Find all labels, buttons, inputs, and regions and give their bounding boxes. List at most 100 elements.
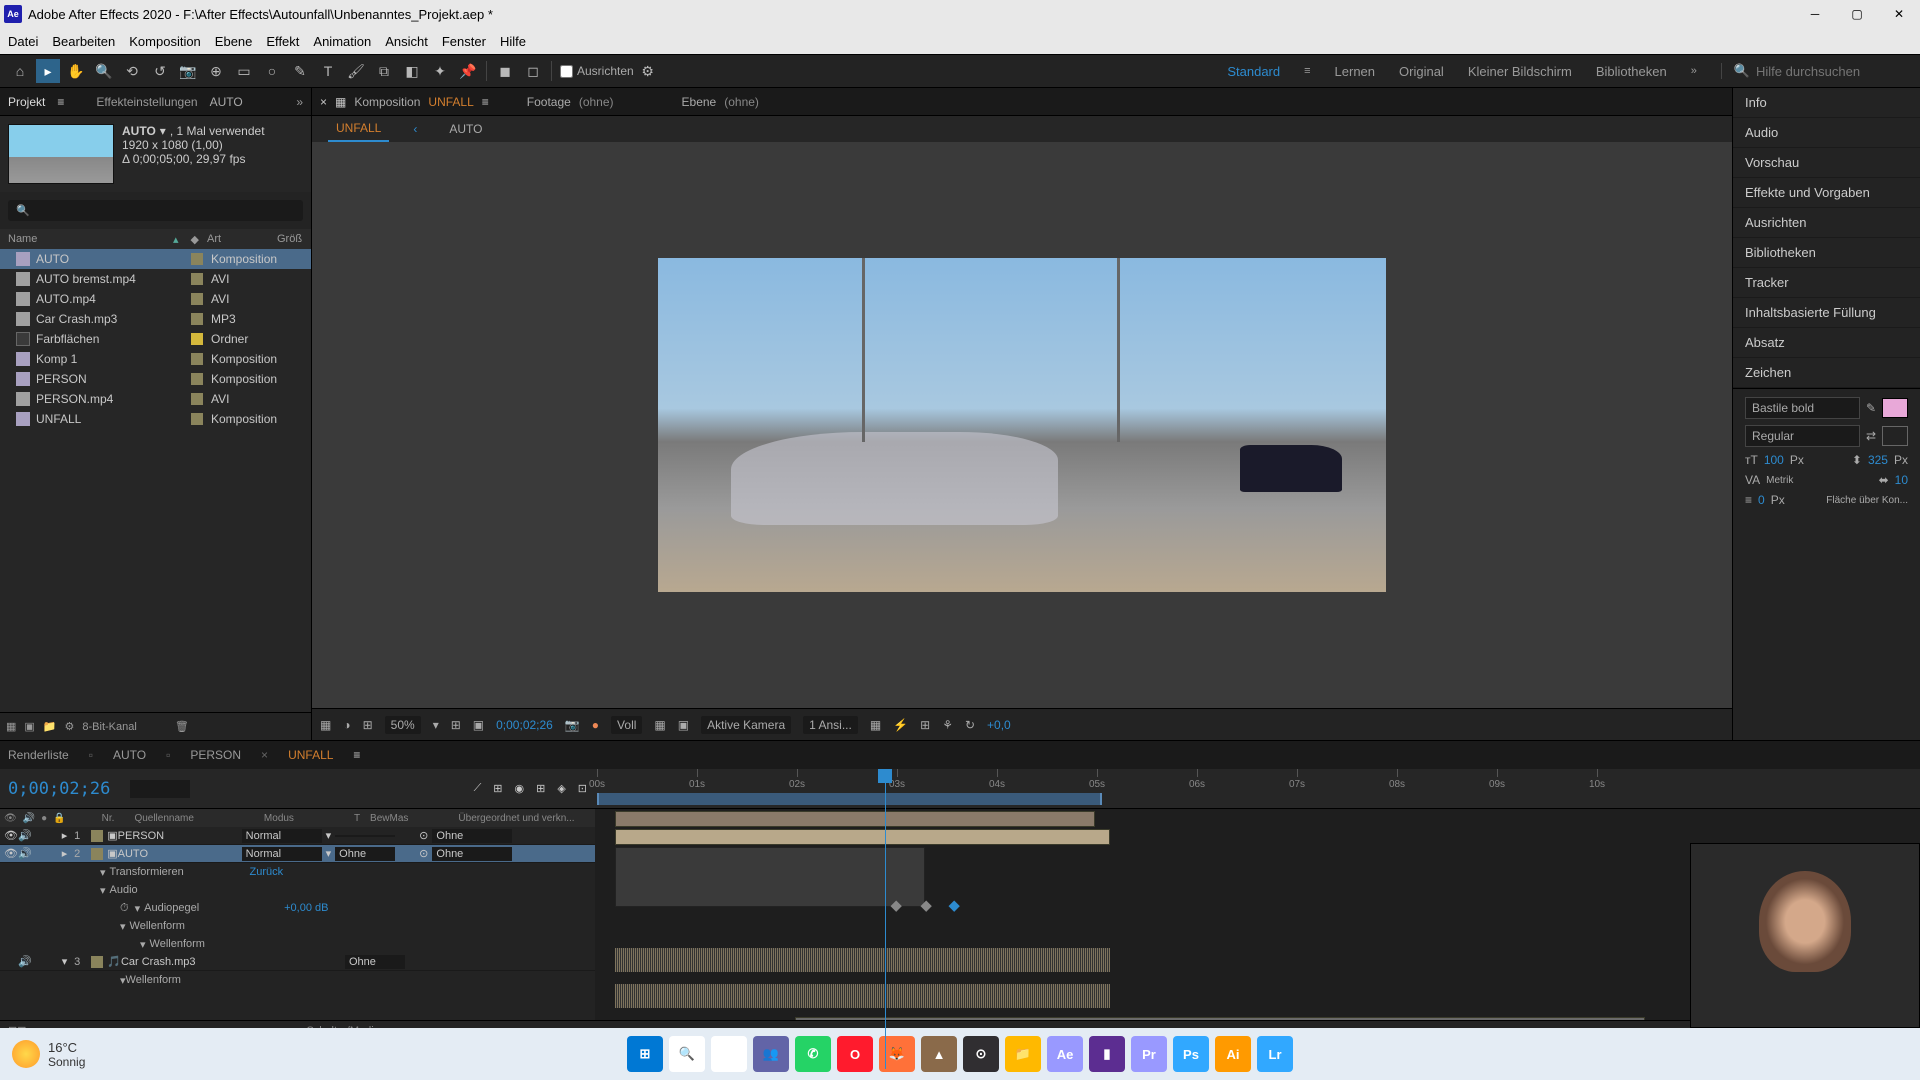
interpret-icon[interactable]: ▦ xyxy=(6,720,16,733)
workspace-overflow-icon[interactable]: » xyxy=(1691,65,1697,77)
rotate-tool[interactable]: ↺ xyxy=(148,59,172,83)
fill-over-label[interactable]: Fläche über Kon... xyxy=(1826,495,1908,506)
twirl-icon[interactable]: ▾ xyxy=(100,866,106,879)
project-search[interactable]: 🔍 xyxy=(8,200,303,221)
menu-file[interactable]: Datei xyxy=(8,34,38,49)
label-color[interactable] xyxy=(191,253,203,265)
new-folder-icon[interactable]: 📁 xyxy=(43,720,57,733)
project-item[interactable]: AUTO bremst.mp4AVI xyxy=(0,269,311,289)
col-name[interactable]: Name xyxy=(8,233,173,245)
audio-icon[interactable]: 🔊 xyxy=(18,829,32,842)
roto-tool[interactable]: ✦ xyxy=(428,59,452,83)
eye-icon[interactable]: 👁 xyxy=(4,847,16,860)
property-value[interactable]: +0,00 dB xyxy=(284,902,328,914)
zoom-dropdown[interactable]: 50% xyxy=(385,716,421,734)
twirl-icon[interactable]: ▾ xyxy=(140,938,146,951)
menu-window[interactable]: Fenster xyxy=(442,34,486,49)
workspace-learn[interactable]: Lernen xyxy=(1335,64,1375,79)
motion-blur-icon[interactable]: ◉ xyxy=(514,782,524,795)
audio-icon[interactable]: 🔊 xyxy=(18,955,32,968)
menu-view[interactable]: Ansicht xyxy=(385,34,428,49)
zoom-tool[interactable]: 🔍 xyxy=(92,59,116,83)
font-dropdown[interactable]: Bastile bold xyxy=(1745,397,1860,419)
current-time[interactable]: 0;00;02;26 xyxy=(8,779,110,799)
stroke-swap-icon[interactable]: ⇄ xyxy=(1866,429,1876,443)
label-color[interactable] xyxy=(191,393,203,405)
minitab-unfall[interactable]: UNFALL xyxy=(328,116,389,142)
resolution-dropdown[interactable]: Voll xyxy=(611,716,642,734)
panel-section[interactable]: Vorschau xyxy=(1733,148,1920,178)
project-item[interactable]: PERSONKomposition xyxy=(0,369,311,389)
sort-icon[interactable]: ▴ xyxy=(173,233,179,246)
kerning-value[interactable]: Metrik xyxy=(1766,475,1793,486)
flowchart-icon[interactable]: ⚘ xyxy=(942,718,953,732)
new-comp-icon[interactable]: ▣ xyxy=(24,720,34,733)
label-color[interactable] xyxy=(191,373,203,385)
orbit-tool[interactable]: ⟲ xyxy=(120,59,144,83)
label-color[interactable] xyxy=(191,293,203,305)
graph-icon[interactable]: ⊞ xyxy=(536,782,545,795)
anchor-tool[interactable]: ⊕ xyxy=(204,59,228,83)
leading-value[interactable]: 325 xyxy=(1868,453,1888,467)
mask-icon[interactable]: ◑ xyxy=(343,718,350,732)
mode-dd-icon[interactable]: ▾ xyxy=(326,829,332,842)
menu-animation[interactable]: Animation xyxy=(313,34,371,49)
tab-project[interactable]: Projekt xyxy=(8,95,45,109)
taskbar-app-opera[interactable]: O xyxy=(837,1036,873,1072)
property-row[interactable]: ⏱▾Audiopegel+0,00 dB xyxy=(0,899,595,917)
label-color[interactable] xyxy=(191,353,203,365)
text-tool[interactable]: T xyxy=(316,59,340,83)
fill-color-swatch[interactable] xyxy=(1882,398,1908,418)
timeline-layer[interactable]: 👁🔊▸2▣ AUTONormal▾Ohne⊙Ohne xyxy=(0,845,595,863)
snapshot-icon[interactable]: 📷 xyxy=(565,718,580,732)
taskbar-app-search[interactable]: 🔍 xyxy=(669,1036,705,1072)
eye-icon[interactable]: 👁 xyxy=(4,829,16,842)
panel-section[interactable]: Bibliotheken xyxy=(1733,238,1920,268)
puppet-tool[interactable]: 📌 xyxy=(456,59,480,83)
panel-section[interactable]: Info xyxy=(1733,88,1920,118)
stroke-value[interactable]: 0 xyxy=(1758,493,1765,507)
workspace-menu-icon[interactable]: ≡ xyxy=(1304,65,1310,77)
taskbar-app-files[interactable]: 📁 xyxy=(1005,1036,1041,1072)
project-item[interactable]: Komp 1Komposition xyxy=(0,349,311,369)
exposure-value[interactable]: +0,0 xyxy=(987,718,1011,732)
blend-mode[interactable]: Normal xyxy=(242,829,322,843)
render-icon[interactable]: ▦ xyxy=(335,95,346,109)
taskbar-app-vs[interactable]: ▮ xyxy=(1089,1036,1125,1072)
taskbar-app-lr[interactable]: Lr xyxy=(1257,1036,1293,1072)
taskbar-app-pr[interactable]: Pr xyxy=(1131,1036,1167,1072)
panel-section[interactable]: Audio xyxy=(1733,118,1920,148)
layer2-bar[interactable] xyxy=(615,829,1110,845)
ellipse-tool[interactable]: ○ xyxy=(260,59,284,83)
pen-tool[interactable]: ✎ xyxy=(288,59,312,83)
clone-tool[interactable]: ⧉ xyxy=(372,59,396,83)
taskbar-app-win[interactable]: ⊞ xyxy=(627,1036,663,1072)
col-type[interactable]: Art xyxy=(207,233,277,245)
taskbar-app-ai[interactable]: Ai xyxy=(1215,1036,1251,1072)
grid-icon[interactable]: ⊞ xyxy=(451,718,461,732)
weather-widget[interactable]: 16°C Sonnig xyxy=(12,1040,85,1069)
eraser-tool[interactable]: ◧ xyxy=(400,59,424,83)
res-down-icon[interactable]: ▾ xyxy=(433,718,439,732)
tab-person[interactable]: PERSON xyxy=(190,748,241,762)
aov-icon[interactable]: ⊡ xyxy=(578,782,587,795)
timeline-icon[interactable]: ⊞ xyxy=(920,718,930,732)
taskbar-app-app[interactable]: ▲ xyxy=(921,1036,957,1072)
project-item[interactable]: AUTOKomposition xyxy=(0,249,311,269)
twirl-icon[interactable]: ▾ xyxy=(120,920,126,933)
panel-section[interactable]: Zeichen xyxy=(1733,358,1920,388)
parent-pick-icon[interactable]: ⊙ xyxy=(419,847,428,860)
property-row[interactable]: ▾Audio xyxy=(0,881,595,899)
panel-section[interactable]: Ausrichten xyxy=(1733,208,1920,238)
parent-dropdown[interactable]: Ohne xyxy=(432,829,512,843)
property-value[interactable]: Zurück xyxy=(250,866,284,878)
project-item[interactable]: UNFALLKomposition xyxy=(0,409,311,429)
depth-label[interactable]: 8-Bit-Kanal xyxy=(82,721,136,733)
taskbar-app-tasks[interactable]: ▭ xyxy=(711,1036,747,1072)
property-row[interactable]: ▾Wellenform xyxy=(0,917,595,935)
frame-blend-icon[interactable]: ⊞ xyxy=(493,782,502,795)
current-time-indicator[interactable] xyxy=(878,769,892,783)
twirl-icon[interactable]: ▾ xyxy=(100,884,106,897)
audio-icon[interactable]: 🔊 xyxy=(18,847,32,860)
shape-fill[interactable]: ◼ xyxy=(493,59,517,83)
